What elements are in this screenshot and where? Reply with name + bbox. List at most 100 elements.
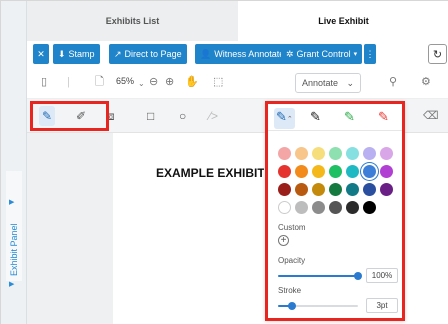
refresh-button[interactable]: ↻: [428, 44, 447, 64]
exhibit-panel-label[interactable]: Exhibit Panel: [9, 223, 19, 276]
zoom-out-icon[interactable]: ⊖: [149, 75, 158, 89]
chevron-down-icon: ⌄: [346, 77, 354, 88]
chevron-down-icon[interactable]: ⌄: [138, 77, 145, 91]
color-swatch[interactable]: [380, 183, 393, 196]
color-swatch-grid: [278, 147, 398, 219]
pen-red-icon[interactable]: ✎: [378, 108, 389, 126]
opacity-slider-fill: [278, 275, 358, 277]
stroke-label: Stroke: [278, 286, 302, 295]
grant-control-label: Grant Control: [296, 49, 351, 59]
swatch-row: [278, 183, 398, 196]
color-swatch[interactable]: [363, 201, 376, 214]
app-frame: Exhibits List Live Exhibit ✕ ⬇ Stamp ↗ D…: [0, 0, 448, 324]
pen-green-icon[interactable]: ✎: [344, 108, 355, 126]
color-swatch[interactable]: [329, 147, 342, 160]
tab-live-exhibit[interactable]: Live Exhibit: [238, 1, 448, 41]
color-swatch[interactable]: [346, 201, 359, 214]
color-swatch[interactable]: [295, 201, 308, 214]
color-swatch[interactable]: [312, 147, 325, 160]
pen-black-icon[interactable]: ✎: [310, 108, 321, 126]
color-swatch[interactable]: [363, 147, 376, 160]
color-swatch[interactable]: [278, 183, 291, 196]
document-title: EXAMPLE EXHIBIT: [156, 166, 264, 180]
color-swatch[interactable]: [295, 183, 308, 196]
color-swatch[interactable]: [278, 165, 291, 178]
ellipse-tool-icon[interactable]: ○: [179, 109, 186, 123]
opacity-value-field[interactable]: 100%: [366, 268, 398, 283]
swatch-row: [278, 147, 398, 160]
eraser-icon[interactable]: ⌫: [423, 109, 439, 122]
more-options-button[interactable]: ⋮: [364, 44, 376, 64]
opacity-slider-handle[interactable]: [354, 272, 362, 280]
color-swatch[interactable]: [363, 183, 376, 196]
user-pen-icon: 👤: [200, 48, 212, 59]
stroke-slider[interactable]: [278, 302, 358, 310]
toolbar-divider: |: [67, 76, 70, 88]
expand-arrow-icon[interactable]: ▶: [9, 281, 14, 289]
pan-hand-icon[interactable]: ✋: [185, 75, 199, 89]
swatch-row: [278, 165, 398, 178]
page-icon[interactable]: 🗋: [95, 75, 104, 89]
color-swatch[interactable]: [380, 165, 393, 178]
text-box-tool-icon[interactable]: ⧈: [107, 109, 115, 123]
pen-color-popup: ✎⌃ ✎ ✎ ✎ Custom + Opacity 100% Stroke 3p…: [265, 101, 405, 321]
stroke-slider-handle[interactable]: [288, 302, 297, 310]
sidebar-toggle-icon[interactable]: ▯: [41, 75, 47, 89]
external-link-icon: ↗: [114, 48, 122, 59]
selection-icon[interactable]: ⬚: [213, 75, 223, 89]
refresh-icon: ↻: [432, 48, 443, 61]
stamp-icon: ⬇: [58, 48, 66, 59]
color-swatch[interactable]: [329, 165, 342, 178]
line-tool-icon[interactable]: ⁄>: [209, 109, 218, 123]
zoom-level[interactable]: 65%: [116, 76, 134, 86]
grant-control-button[interactable]: ✲ Grant Control ▾: [281, 44, 363, 64]
settings-icon[interactable]: ⚙: [421, 75, 431, 89]
more-vertical-icon: ⋮: [365, 48, 375, 59]
color-swatch[interactable]: [278, 147, 291, 160]
swatch-row: [278, 201, 398, 214]
stamp-button[interactable]: ⬇ Stamp: [53, 44, 100, 64]
add-custom-color-icon[interactable]: +: [278, 235, 289, 246]
highlighter-tool-icon[interactable]: ✐: [76, 109, 86, 123]
opacity-label: Opacity: [278, 256, 306, 265]
color-swatch[interactable]: [312, 201, 325, 214]
tab-exhibits-list[interactable]: Exhibits List: [27, 1, 238, 41]
color-swatch[interactable]: [329, 201, 342, 214]
search-icon[interactable]: ⚲: [389, 75, 397, 89]
view-toolbar: ▯ | 🗋 65% ⌄ ⊖ ⊕ ✋ ⬚ Annotate ⌄ ⚲ ⚙: [27, 67, 448, 99]
witness-annotate-label: Witness Annotate: [214, 49, 285, 59]
annotate-mode-select[interactable]: Annotate ⌄: [295, 73, 361, 93]
stamp-label: Stamp: [68, 49, 95, 59]
color-swatch[interactable]: [295, 165, 308, 178]
stroke-value-field[interactable]: 3pt: [366, 298, 398, 313]
tab-bar: Exhibits List Live Exhibit: [27, 1, 448, 41]
color-swatch[interactable]: [363, 165, 376, 178]
direct-to-page-label: Direct to Page: [124, 49, 182, 59]
close-button[interactable]: ✕: [33, 44, 49, 64]
color-swatch[interactable]: [295, 147, 308, 160]
gear-icon: ✲: [286, 48, 294, 59]
color-swatch[interactable]: [380, 147, 393, 160]
opacity-slider[interactable]: [278, 272, 362, 280]
action-toolbar: ✕ ⬇ Stamp ↗ Direct to Page 👤 Witness Ann…: [27, 41, 448, 67]
exhibit-panel: ▶ Exhibit Panel ▶: [1, 1, 27, 324]
color-swatch[interactable]: [312, 183, 325, 196]
color-swatch[interactable]: [346, 183, 359, 196]
zoom-in-icon[interactable]: ⊕: [165, 75, 174, 89]
pen-variants: ✎⌃ ✎ ✎ ✎: [274, 108, 402, 129]
color-swatch[interactable]: [278, 201, 291, 214]
color-swatch[interactable]: [346, 165, 359, 178]
direct-to-page-button[interactable]: ↗ Direct to Page: [109, 44, 187, 64]
pen-blue-icon[interactable]: ✎⌃: [274, 108, 295, 129]
pen-tool-icon[interactable]: ✎: [39, 106, 56, 126]
custom-color-label: Custom: [278, 223, 306, 232]
rectangle-tool-icon[interactable]: □: [147, 109, 154, 123]
color-swatch[interactable]: [329, 183, 342, 196]
popup-divider: [268, 130, 402, 131]
chevron-down-icon: ▾: [353, 51, 358, 58]
color-swatch[interactable]: [346, 147, 359, 160]
close-icon: ✕: [37, 48, 45, 59]
witness-annotate-button[interactable]: 👤 Witness Annotate: [195, 44, 290, 64]
color-swatch[interactable]: [312, 165, 325, 178]
expand-arrow-icon[interactable]: ▶: [9, 199, 14, 207]
